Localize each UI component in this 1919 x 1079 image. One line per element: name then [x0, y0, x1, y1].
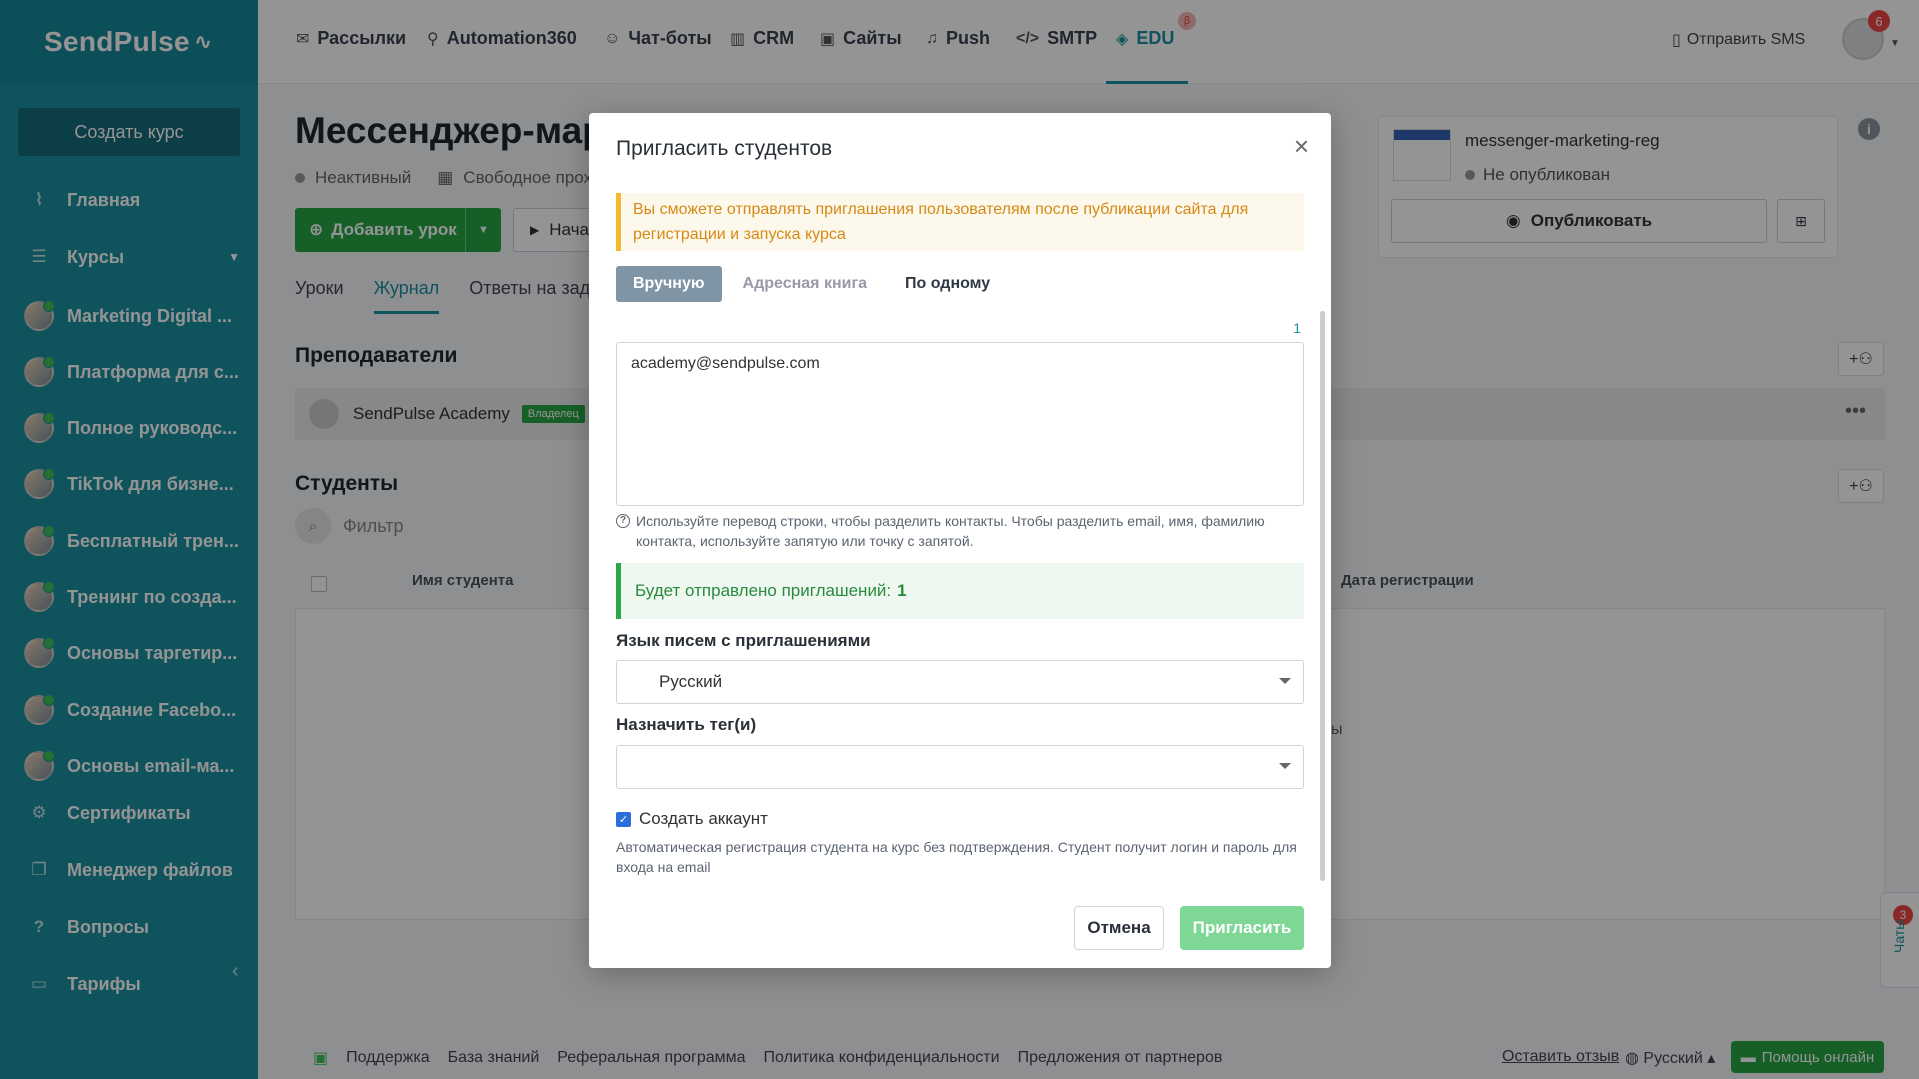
create-account-row[interactable]: ✓ Создать аккаунт: [616, 809, 768, 829]
invite-button[interactable]: Пригласить: [1180, 906, 1304, 950]
tags-select[interactable]: [616, 745, 1304, 789]
contacts-textarea[interactable]: academy@sendpulse.com: [616, 342, 1304, 506]
question-icon: ?: [616, 514, 630, 528]
create-account-checkbox[interactable]: ✓: [616, 811, 631, 827]
tab-manual[interactable]: Вручную: [616, 266, 722, 302]
close-icon[interactable]: ×: [1294, 133, 1309, 159]
contacts-counter: 1: [1293, 320, 1301, 336]
letters-language-label: Язык писем с приглашениями: [616, 631, 871, 650]
invites-count-alert: Будет отправлено приглашений: 1: [616, 563, 1304, 619]
language-select[interactable]: Русский: [616, 660, 1304, 704]
chevron-down-icon: [1279, 763, 1291, 769]
modal-scrollbar[interactable]: [1320, 311, 1325, 881]
warning-alert: Вы сможете отправлять приглашения пользо…: [616, 193, 1304, 251]
tags-label: Назначить тег(и): [616, 715, 757, 734]
modal-title: Пригласить студентов: [616, 137, 833, 160]
create-account-description: Автоматическая регистрация студента на к…: [616, 839, 1297, 875]
chevron-down-icon: [1279, 678, 1291, 684]
invite-students-modal: Пригласить студентов × Вы сможете отправ…: [589, 113, 1331, 968]
tab-address-book[interactable]: Адресная книга: [726, 266, 884, 302]
cancel-button[interactable]: Отмена: [1074, 906, 1164, 950]
tab-one-by-one[interactable]: По одному: [888, 266, 1007, 302]
invite-tabs: Вручную Адресная книга По одному: [616, 266, 1011, 302]
contacts-hint: ? Используйте перевод строки, чтобы разде…: [616, 511, 1304, 551]
